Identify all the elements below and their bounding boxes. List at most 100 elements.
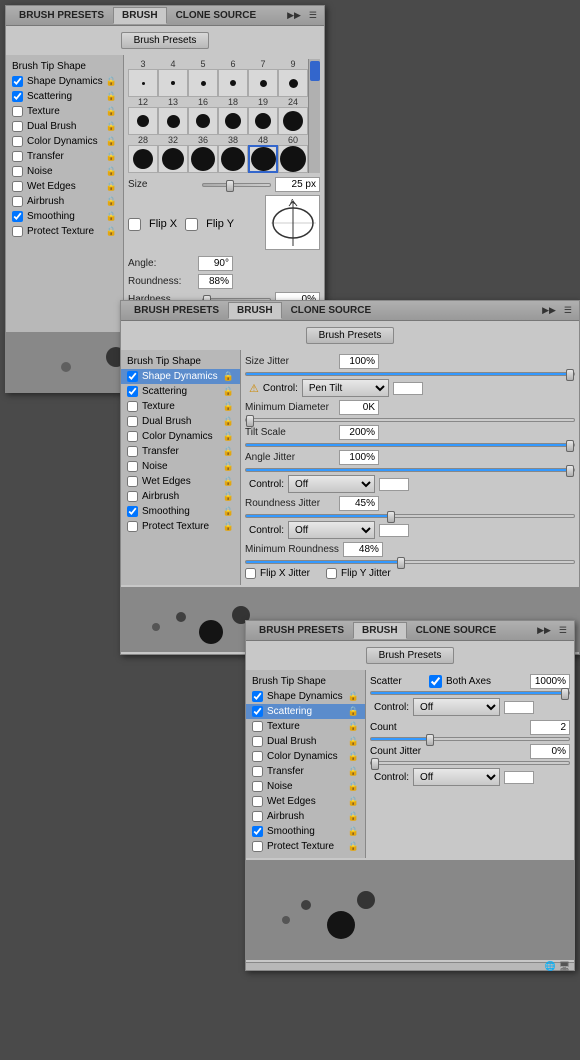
count-value[interactable]: 2 [530,720,570,735]
airbrush-checkbox-2[interactable] [127,491,138,502]
airbrush-checkbox-1[interactable] [12,196,23,207]
sidebar-protect-texture-2[interactable]: Protect Texture 🔒 [121,519,240,534]
protect-texture-checkbox-1[interactable] [12,226,23,237]
transfer-checkbox-1[interactable] [12,151,23,162]
tab-brush-presets-1[interactable]: BRUSH PRESETS [10,7,113,24]
brush-tip-60[interactable] [278,145,308,173]
sidebar-airbrush-1[interactable]: Airbrush 🔒 [6,194,123,209]
angle-jitter-control-select[interactable]: Off Fade Pen Pressure Pen Tilt [288,475,375,493]
noise-checkbox-3[interactable] [252,781,263,792]
size-slider[interactable] [202,183,271,187]
sidebar-shape-dynamics-1[interactable]: Shape Dynamics 🔒 [6,74,123,89]
sidebar-transfer-1[interactable]: Transfer 🔒 [6,149,123,164]
count-jitter-control-select[interactable]: Off Fade Pen Pressure [413,768,500,786]
smoothing-checkbox-1[interactable] [12,211,23,222]
scattering-checkbox-2[interactable] [127,386,138,397]
flip-y-checkbox[interactable] [185,218,198,231]
scattering-checkbox-1[interactable] [12,91,23,102]
scatter-slider[interactable] [370,691,570,695]
size-jitter-slider[interactable] [245,372,575,376]
shape-dynamics-checkbox-3[interactable] [252,691,263,702]
size-jitter-control-select[interactable]: Pen Tilt Off Fade Pen Pressure [302,379,389,397]
dual-brush-checkbox-2[interactable] [127,416,138,427]
tab-clone-source-2[interactable]: CLONE SOURCE [282,302,381,319]
count-jitter-control-input[interactable] [504,771,534,784]
tilt-scale-value[interactable]: 200% [339,425,379,440]
wet-edges-checkbox-1[interactable] [12,181,23,192]
sidebar-wet-edges-3[interactable]: Wet Edges 🔒 [246,794,365,809]
scatter-value[interactable]: 1000% [530,674,570,689]
tab-clone-source-1[interactable]: CLONE SOURCE [167,7,266,24]
brush-tip-12[interactable] [128,107,158,135]
tab-clone-source-3[interactable]: CLONE SOURCE [407,622,506,639]
airbrush-checkbox-3[interactable] [252,811,263,822]
sidebar-shape-dynamics-3[interactable]: Shape Dynamics 🔒 [246,689,365,704]
transfer-checkbox-3[interactable] [252,766,263,777]
texture-checkbox-2[interactable] [127,401,138,412]
sidebar-texture-1[interactable]: Texture 🔒 [6,104,123,119]
sidebar-wet-edges-1[interactable]: Wet Edges 🔒 [6,179,123,194]
panel3-menu-icon[interactable]: ☰ [556,624,570,637]
dual-brush-checkbox-3[interactable] [252,736,263,747]
sidebar-scattering-2[interactable]: Scattering 🔒 [121,384,240,399]
flip-x-jitter-checkbox[interactable] [245,568,256,579]
smoothing-checkbox-2[interactable] [127,506,138,517]
sidebar-dual-brush-2[interactable]: Dual Brush 🔒 [121,414,240,429]
brush-tip-9[interactable] [278,69,308,97]
shape-dynamics-checkbox-1[interactable] [12,76,23,87]
brush-tip-5[interactable] [188,69,218,97]
panel2-menu-icon[interactable]: ☰ [561,304,575,317]
brush-grid-scrollbar[interactable] [308,59,320,173]
brush-tip-19[interactable] [248,107,278,135]
brush-tip-32[interactable] [158,145,188,173]
brush-tip-48[interactable] [248,145,278,173]
color-dynamics-checkbox-1[interactable] [12,136,23,147]
min-roundness-slider[interactable] [245,560,575,564]
sidebar-color-dynamics-1[interactable]: Color Dynamics 🔒 [6,134,123,149]
sidebar-scattering-1[interactable]: Scattering 🔒 [6,89,123,104]
sidebar-texture-2[interactable]: Texture 🔒 [121,399,240,414]
brush-presets-button-2[interactable]: Brush Presets [306,327,395,344]
sidebar-brush-tip-shape-2[interactable]: Brush Tip Shape [121,354,240,369]
min-roundness-value[interactable]: 48% [343,542,383,557]
sidebar-scattering-3[interactable]: Scattering 🔒 [246,704,365,719]
tab-brush-2[interactable]: BRUSH [228,302,282,319]
count-jitter-value[interactable]: 0% [530,744,570,759]
sidebar-shape-dynamics-2[interactable]: Shape Dynamics 🔒 [121,369,240,384]
smoothing-checkbox-3[interactable] [252,826,263,837]
dual-brush-checkbox-1[interactable] [12,121,23,132]
panel1-expand-icon[interactable]: ▶▶ [284,9,304,22]
angle-jitter-value[interactable]: 100% [339,450,379,465]
sidebar-airbrush-3[interactable]: Airbrush 🔒 [246,809,365,824]
sidebar-texture-3[interactable]: Texture 🔒 [246,719,365,734]
shape-dynamics-checkbox-2[interactable] [127,371,138,382]
scattering-checkbox-3[interactable] [252,706,263,717]
count-jitter-slider[interactable] [370,761,570,765]
size-jitter-control-input[interactable] [393,382,423,395]
wet-edges-checkbox-3[interactable] [252,796,263,807]
tab-brush-presets-3[interactable]: BRUSH PRESETS [250,622,353,639]
tab-brush-1[interactable]: BRUSH [113,7,167,24]
flip-x-checkbox[interactable] [128,218,141,231]
flip-y-jitter-checkbox[interactable] [326,568,337,579]
sidebar-protect-texture-3[interactable]: Protect Texture 🔒 [246,839,365,854]
sidebar-protect-texture-1[interactable]: Protect Texture 🔒 [6,224,123,239]
brush-tip-38[interactable] [218,145,248,173]
texture-checkbox-3[interactable] [252,721,263,732]
both-axes-checkbox[interactable] [429,675,442,688]
roundness-jitter-value[interactable]: 45% [339,496,379,511]
brush-tip-13[interactable] [158,107,188,135]
sidebar-transfer-3[interactable]: Transfer 🔒 [246,764,365,779]
sidebar-wet-edges-2[interactable]: Wet Edges 🔒 [121,474,240,489]
sidebar-color-dynamics-3[interactable]: Color Dynamics 🔒 [246,749,365,764]
min-diameter-slider[interactable] [245,418,575,422]
brush-tip-3[interactable] [128,69,158,97]
brush-tip-6[interactable] [218,69,248,97]
sidebar-brush-tip-shape-3[interactable]: Brush Tip Shape [246,674,365,689]
size-value[interactable]: 25 px [275,177,320,192]
sidebar-noise-2[interactable]: Noise 🔒 [121,459,240,474]
sidebar-brush-tip-shape-1[interactable]: Brush Tip Shape [6,59,123,74]
brush-tip-7[interactable] [248,69,278,97]
min-diameter-value[interactable]: 0K [339,400,379,415]
brush-tip-4[interactable] [158,69,188,97]
